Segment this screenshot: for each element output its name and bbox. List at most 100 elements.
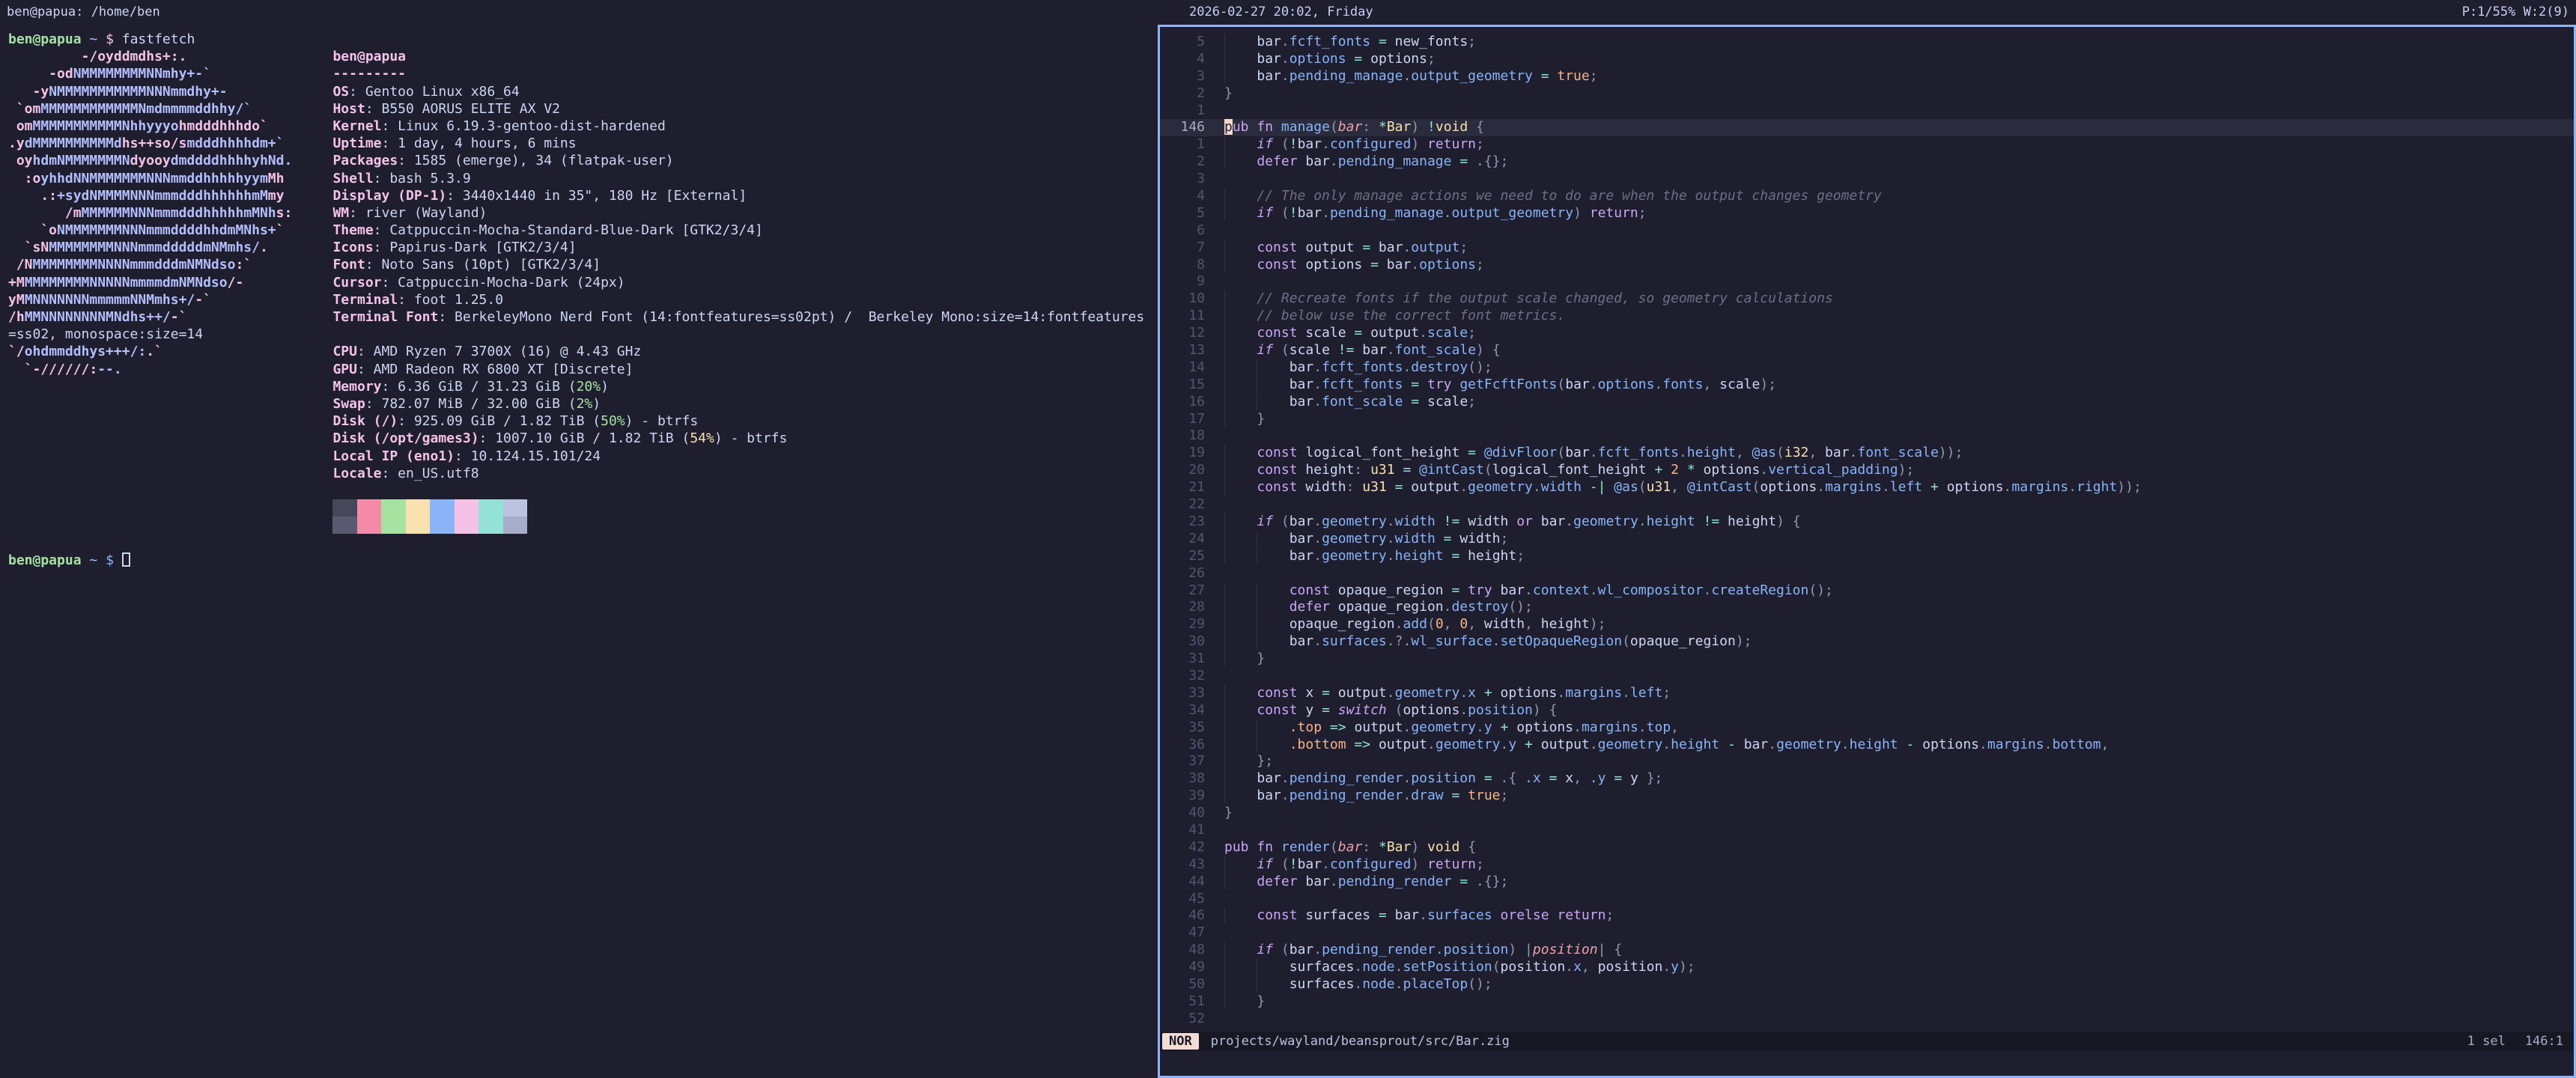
line-number: 18 bbox=[1166, 427, 1205, 445]
code-line: 22 bbox=[1160, 496, 2574, 514]
code-line: 40} bbox=[1160, 805, 2574, 822]
editor-buffer: 5 bar.fcft_fonts = new_fonts;4 bar.optio… bbox=[1160, 34, 2574, 1028]
block-cursor: p bbox=[1224, 119, 1233, 135]
line-number: 23 bbox=[1166, 514, 1205, 531]
line-number: 9 bbox=[1166, 273, 1205, 290]
terminal-row: +MMMMMMMMMNNNNNmmmmdmNMNdso/-Cursor: Cat… bbox=[8, 274, 1158, 291]
line-number: 28 bbox=[1166, 599, 1205, 616]
line-number: 1 bbox=[1166, 103, 1205, 120]
line-number: 34 bbox=[1166, 702, 1205, 719]
code-line: 36 .bottom => output.geometry.y + output… bbox=[1160, 737, 2574, 754]
code-line: 2 defer bar.pending_manage = .{}; bbox=[1160, 153, 2574, 171]
terminal-row: yMMNNNNNNNmmmmmNNMmhs+/-`Terminal: foot … bbox=[8, 291, 1158, 308]
palette-swatch bbox=[479, 499, 503, 517]
color-palette-row bbox=[332, 517, 527, 534]
line-number: 32 bbox=[1166, 668, 1205, 685]
terminal-row: ben@papua ~ $ bbox=[8, 552, 1158, 569]
line-number: 19 bbox=[1166, 445, 1205, 462]
palette-swatch bbox=[503, 517, 528, 534]
code-line: 7 const output = bar.output; bbox=[1160, 240, 2574, 257]
line-number: 52 bbox=[1166, 1011, 1205, 1028]
code-line: 20 const height: u31 = @intCast(logical_… bbox=[1160, 462, 2574, 479]
code-line: 34 const y = switch (options.position) { bbox=[1160, 702, 2574, 719]
terminal-row bbox=[8, 499, 1158, 517]
palette-swatch bbox=[332, 517, 357, 534]
line-number: 8 bbox=[1166, 257, 1205, 274]
line-number: 10 bbox=[1166, 290, 1205, 308]
code-line: 1 bbox=[1160, 103, 2574, 120]
line-number: 26 bbox=[1166, 565, 1205, 582]
line-number: 43 bbox=[1166, 856, 1205, 874]
line-number: 4 bbox=[1166, 51, 1205, 68]
line-number: 47 bbox=[1166, 925, 1205, 942]
selection-count: 1 sel bbox=[2467, 1034, 2506, 1049]
cursor-position: 146:1 bbox=[2525, 1034, 2563, 1049]
code-line: 11 // below use the correct font metrics… bbox=[1160, 308, 2574, 325]
line-number: 3 bbox=[1166, 68, 1205, 85]
line-number: 38 bbox=[1166, 770, 1205, 788]
code-line: 47 bbox=[1160, 925, 2574, 942]
terminal-row: ben@papua ~ $ fastfetch bbox=[8, 31, 1158, 48]
code-line: 32 bbox=[1160, 668, 2574, 685]
palette-swatch bbox=[455, 499, 479, 517]
line-number: 21 bbox=[1166, 479, 1205, 496]
terminal-row: .ydMMMMMMMMMMdhs++so/smdddhhhhdm+`Uptime… bbox=[8, 135, 1158, 152]
terminal-pane[interactable]: ben@papua ~ $ fastfetch -/oyddmdhs+:.ben… bbox=[0, 25, 1158, 1078]
code-line: 19 const logical_font_height = @divFloor… bbox=[1160, 445, 2574, 462]
line-number: 46 bbox=[1166, 907, 1205, 925]
terminal-row: omMMMMMMMMMMMNhhyyyohmdddhhhdo`Kernel: L… bbox=[8, 118, 1158, 135]
code-line: 2} bbox=[1160, 85, 2574, 103]
palette-swatch bbox=[357, 517, 382, 534]
line-number: 51 bbox=[1166, 993, 1205, 1011]
palette-swatch bbox=[332, 499, 357, 517]
code-line: 44 defer bar.pending_render = .{}; bbox=[1160, 874, 2574, 891]
code-line: 31 } bbox=[1160, 651, 2574, 668]
line-number: 24 bbox=[1166, 531, 1205, 548]
code-line: 6 bbox=[1160, 222, 2574, 240]
editor-pane[interactable]: 5 bar.fcft_fonts = new_fonts;4 bar.optio… bbox=[1158, 25, 2576, 1078]
line-number: 20 bbox=[1166, 462, 1205, 479]
code-line: 10 // Recreate fonts if the output scale… bbox=[1160, 290, 2574, 308]
terminal-row: Locale: en_US.utf8 bbox=[8, 465, 1158, 482]
code-line: 3 bbox=[1160, 171, 2574, 188]
line-number: 16 bbox=[1166, 394, 1205, 411]
line-number: 6 bbox=[1166, 222, 1205, 240]
code-line: 46 const surfaces = bar.surfaces orelse … bbox=[1160, 907, 2574, 925]
code-line: 8 const options = bar.options; bbox=[1160, 257, 2574, 274]
line-number: 41 bbox=[1166, 822, 1205, 839]
line-number: 36 bbox=[1166, 737, 1205, 754]
line-number: 45 bbox=[1166, 891, 1205, 908]
code-line: 18 bbox=[1160, 427, 2574, 445]
line-number: 14 bbox=[1166, 359, 1205, 377]
system-stats: P:1/55% W:2(9) bbox=[2462, 0, 2569, 25]
code-line: 38 bar.pending_render.position = .{ .x =… bbox=[1160, 770, 2574, 788]
code-line: 17 } bbox=[1160, 411, 2574, 428]
code-line: 21 const width: u31 = output.geometry.wi… bbox=[1160, 479, 2574, 496]
code-line: 29 opaque_region.add(0, 0, width, height… bbox=[1160, 616, 2574, 633]
terminal-cursor bbox=[122, 552, 130, 567]
code-line: 5 bar.fcft_fonts = new_fonts; bbox=[1160, 34, 2574, 51]
code-line: 49 surfaces.node.setPosition(position.x,… bbox=[1160, 959, 2574, 976]
editor-statusline: NOR projects/wayland/beansprout/src/Bar.… bbox=[1160, 1032, 2574, 1051]
terminal-output: ben@papua ~ $ fastfetch -/oyddmdhs+:.ben… bbox=[8, 31, 1158, 569]
code-line: 39 bar.pending_render.draw = true; bbox=[1160, 788, 2574, 805]
palette-swatch bbox=[406, 499, 431, 517]
code-line: 1 if (!bar.configured) return; bbox=[1160, 136, 2574, 153]
line-number: 35 bbox=[1166, 719, 1205, 737]
line-number: 13 bbox=[1166, 342, 1205, 359]
code-line: 24 bar.geometry.width = width; bbox=[1160, 531, 2574, 548]
line-number: 50 bbox=[1166, 976, 1205, 993]
code-line: 23 if (bar.geometry.width != width or ba… bbox=[1160, 514, 2574, 531]
code-line: 50 surfaces.node.placeTop(); bbox=[1160, 976, 2574, 993]
terminal-row: -/oyddmdhs+:.ben@papua bbox=[8, 48, 1158, 65]
terminal-row: Local IP (eno1): 10.124.15.101/24 bbox=[8, 448, 1158, 465]
code-line: 51 } bbox=[1160, 993, 2574, 1011]
clock: 2026-02-27 20:02, Friday bbox=[1189, 0, 1373, 25]
terminal-row: =ss02, monospace:size=14 bbox=[8, 326, 1158, 343]
code-line: 37 }; bbox=[1160, 753, 2574, 770]
line-number: 2 bbox=[1166, 153, 1205, 171]
terminal-row: /NMMMMMMMMNNNNmmmdddmNMNdso:`Font: Noto … bbox=[8, 256, 1158, 273]
line-number: 42 bbox=[1166, 839, 1205, 856]
palette-swatch bbox=[357, 499, 382, 517]
terminal-row bbox=[8, 482, 1158, 499]
